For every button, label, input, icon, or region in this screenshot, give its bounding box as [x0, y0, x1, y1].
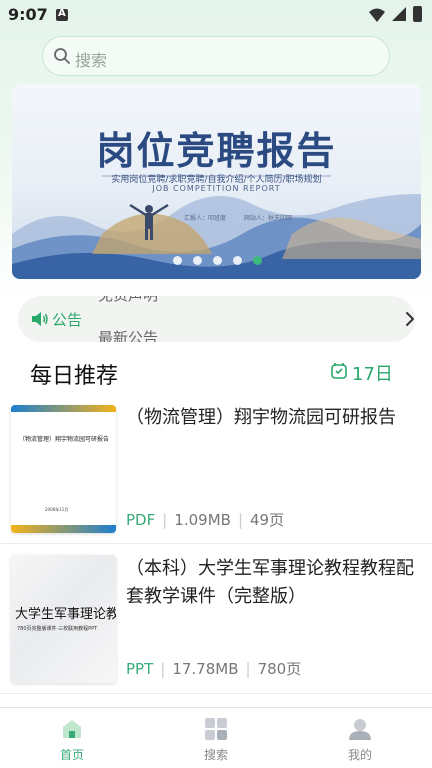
- user-icon: [349, 719, 371, 740]
- document-size: 1.09MB: [174, 511, 231, 529]
- document-title: （物流管理）翔宇物流园可研报告: [126, 407, 396, 428]
- signal-icon: [392, 7, 406, 21]
- speaker-icon: [32, 312, 48, 326]
- thumbnail-stripe: [11, 525, 116, 533]
- grid-icon: [205, 718, 227, 740]
- nav-profile-label: 我的: [347, 748, 372, 762]
- thumbnail-title: （物流管理）翔宇物流园可研报告: [19, 436, 110, 443]
- document-item[interactable]: （物流管理）翔宇物流园可研报告 2006年11月 （物流管理）翔宇物流园可研报告…: [0, 395, 432, 545]
- banner-english-title: JOB COMPETITION REPORT: [152, 184, 281, 193]
- meta-separator: |: [237, 511, 243, 529]
- banner-agency: 网站人：秋天印网: [244, 215, 293, 222]
- bottom-navigation: 首页 搜索 我的: [0, 707, 432, 768]
- status-bar: 9:07: [0, 0, 432, 30]
- daily-recommend-title: 每日推荐: [30, 364, 119, 389]
- document-thumbnail: 大学生军事理论教程 780页完整版课件·三校联用教程PPT: [11, 555, 116, 683]
- nav-search[interactable]: 搜索: [144, 708, 288, 768]
- document-item[interactable]: 大学生军事理论教程 780页完整版课件·三校联用教程PPT （本科）大学生军事理…: [0, 545, 432, 695]
- carousel-dot[interactable]: [213, 256, 222, 265]
- notice-label: 公告: [52, 311, 83, 329]
- banner-title: 岗位竞聘报告: [96, 129, 337, 173]
- notification-app-icon: [56, 8, 68, 21]
- divider: [0, 543, 432, 544]
- carousel-dot[interactable]: [233, 256, 242, 265]
- banner-carousel[interactable]: 岗位竞聘报告 实用岗位竞聘/求职竞聘/自我介绍/个人简历/职场规划 JOB CO…: [12, 84, 421, 279]
- carousel-dot-active[interactable]: [253, 256, 262, 265]
- alarm-clock-icon: [331, 363, 347, 379]
- thumbnail-footer: 2006年11月: [45, 507, 69, 512]
- thumbnail-title: 大学生军事理论教程: [15, 607, 116, 622]
- search-bar[interactable]: 搜索: [42, 36, 390, 76]
- nav-profile[interactable]: 我的: [288, 708, 432, 768]
- meta-separator: |: [162, 511, 168, 529]
- search-icon: [54, 48, 70, 64]
- document-title: （本科）大学生军事理论教程教程配套教学课件（完整版）: [126, 558, 414, 607]
- document-pages: 49页: [250, 511, 285, 529]
- document-meta: PPT | 17.78MB | 780页: [126, 658, 301, 679]
- nav-home[interactable]: 首页: [0, 708, 144, 768]
- notice-bar[interactable]: 公告 免责声明 最新公告: [18, 296, 415, 342]
- divider: [0, 693, 432, 694]
- search-placeholder: 搜索: [75, 51, 108, 70]
- nav-home-label: 首页: [59, 748, 84, 762]
- notice-scroll-next: 最新公告: [98, 329, 159, 342]
- daily-date: 17日: [352, 364, 393, 385]
- thumbnail-subtitle: 780页完整版课件·三校联用教程PPT: [17, 626, 98, 632]
- carousel-dot[interactable]: [173, 256, 182, 265]
- status-time: 9:07: [8, 5, 48, 24]
- document-type: PPT: [126, 660, 154, 678]
- nav-search-label: 搜索: [203, 748, 228, 762]
- meta-separator: |: [245, 660, 251, 678]
- document-size: 17.78MB: [172, 660, 239, 678]
- chevron-right-icon: [406, 312, 414, 326]
- document-thumbnail: （物流管理）翔宇物流园可研报告 2006年11月: [11, 405, 116, 533]
- document-pages: 780页: [257, 660, 302, 678]
- banner-reporter: 汇报人：叩班度: [184, 215, 227, 222]
- notice-scroll-prev: 免责声明: [98, 296, 158, 305]
- document-meta: PDF | 1.09MB | 49页: [126, 509, 284, 530]
- battery-icon: [413, 6, 422, 22]
- document-type: PDF: [126, 511, 156, 529]
- carousel-dot[interactable]: [193, 256, 202, 265]
- home-icon: [63, 720, 81, 738]
- wifi-icon: [369, 8, 385, 22]
- thumbnail-stripe: [11, 405, 116, 412]
- meta-separator: |: [160, 660, 166, 678]
